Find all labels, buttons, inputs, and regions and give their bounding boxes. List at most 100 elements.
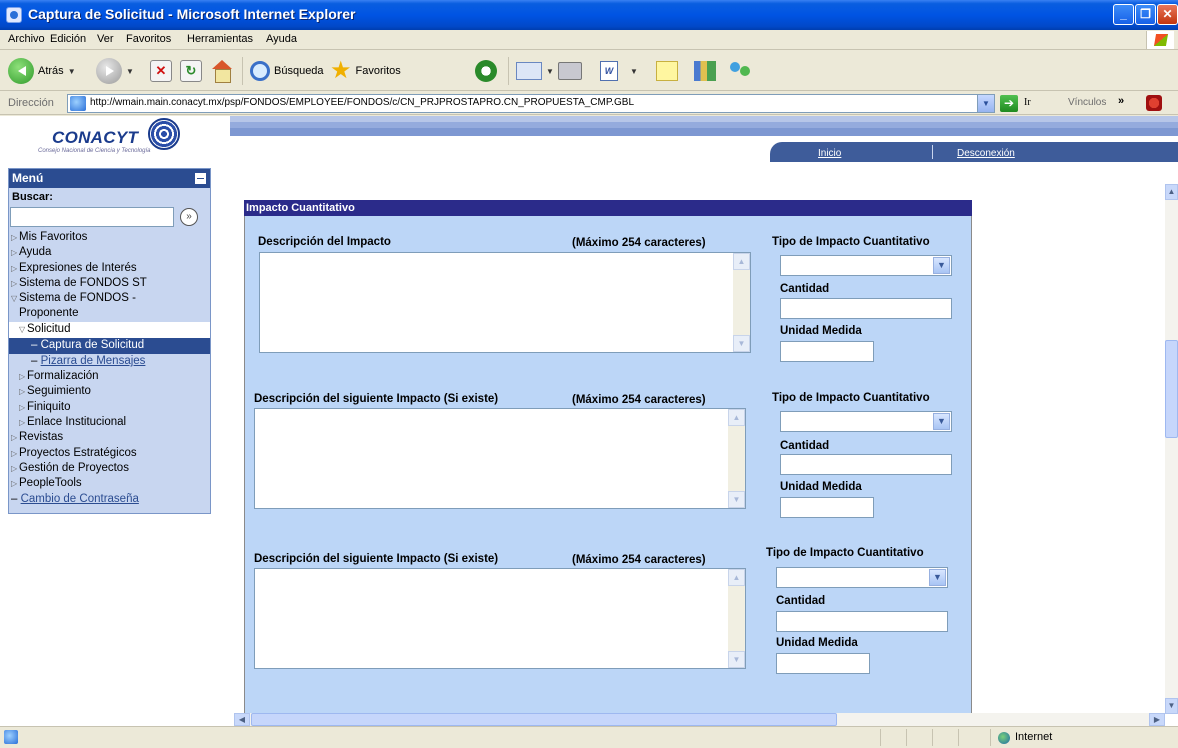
close-button[interactable]: ✕ [1157, 4, 1178, 25]
expand-icon: ▷ [19, 387, 26, 396]
word-edit-icon[interactable]: W [600, 61, 618, 81]
section-title: Impacto Cuantitativo [244, 200, 972, 216]
sidebar-item-proyectos[interactable]: ▷ Proyectos Estratégicos [11, 447, 137, 459]
max-note-1: (Máximo 254 caracteres) [572, 237, 706, 249]
mail-dropdown-icon[interactable]: ▼ [546, 67, 554, 76]
sidebar-item-finiquito[interactable]: ▷ Finiquito [19, 401, 70, 413]
sidebar-item-mis-favoritos[interactable]: ▷ Mis Favoritos [11, 231, 87, 243]
mail-icon[interactable] [516, 62, 542, 80]
unit-input-3[interactable] [776, 653, 870, 674]
scroll-up-icon[interactable]: ▲ [733, 253, 750, 270]
chevron-down-icon[interactable]: ▼ [929, 569, 946, 586]
sidebar-item-cambio-contrasena[interactable]: – Cambio de Contraseña [11, 493, 139, 505]
unit-input-1[interactable] [780, 341, 874, 362]
qty-input-3[interactable] [776, 611, 948, 632]
favorites-button[interactable]: ★ Favoritos [330, 57, 401, 85]
menu-search-input[interactable] [10, 207, 174, 227]
page-vertical-scrollbar[interactable]: ▲ ▼ [1165, 184, 1178, 714]
refresh-icon[interactable]: ↻ [180, 60, 202, 82]
discuss-icon[interactable] [656, 61, 678, 81]
chevron-down-icon[interactable]: ▼ [933, 257, 950, 274]
page-horizontal-scrollbar[interactable]: ◀ ▶ [234, 713, 1165, 726]
sidebar-item-expresiones[interactable]: ▷ Expresiones de Interés [11, 262, 137, 274]
scroll-up-icon[interactable]: ▲ [1165, 184, 1178, 200]
links-label[interactable]: Vínculos [1068, 97, 1106, 108]
menu-archivo[interactable]: Archivo [8, 33, 45, 45]
menu-ver[interactable]: Ver [97, 33, 114, 45]
menu-herramientas[interactable]: Herramientas [187, 33, 253, 45]
collapse-icon[interactable] [195, 173, 206, 184]
sidebar-item-gestion[interactable]: ▷ Gestión de Proyectos [11, 462, 129, 474]
textarea-scrollbar[interactable]: ▲ ▼ [733, 253, 750, 352]
menu-edicion[interactable]: Edición [50, 33, 86, 45]
sidebar-item-revistas[interactable]: ▷ Revistas [11, 431, 63, 443]
address-dropdown-icon[interactable]: ▼ [977, 95, 994, 112]
stop-icon[interactable]: ✕ [150, 60, 172, 82]
address-url[interactable]: http://wmain.main.conacyt.mx/psp/FONDOS/… [90, 97, 634, 108]
type-label-2: Tipo de Impacto Cuantitativo [772, 392, 930, 404]
scroll-down-icon[interactable]: ▼ [1165, 698, 1178, 714]
desc-textarea-1[interactable]: ▲ ▼ [259, 252, 751, 353]
history-icon[interactable] [475, 60, 497, 82]
type-select-2[interactable]: ▼ [780, 411, 952, 432]
nav-divider [932, 145, 933, 159]
back-button[interactable]: Atrás ▼ [8, 57, 76, 85]
expand-icon: ▷ [19, 372, 26, 381]
ie-icon [6, 7, 22, 23]
go-button[interactable]: Ir [1024, 97, 1031, 108]
scroll-left-icon[interactable]: ◀ [234, 713, 250, 726]
links-chevron-icon[interactable]: » [1118, 95, 1124, 107]
textarea-scrollbar[interactable]: ▲ ▼ [728, 409, 745, 508]
chevron-down-icon[interactable]: ▼ [933, 413, 950, 430]
qty-input-1[interactable] [780, 298, 952, 319]
back-label: Atrás [38, 65, 64, 77]
scroll-up-icon[interactable]: ▲ [728, 569, 745, 586]
menu-ayuda[interactable]: Ayuda [266, 33, 297, 45]
edit-dropdown-icon[interactable]: ▼ [630, 67, 638, 76]
unit-input-2[interactable] [780, 497, 874, 518]
type-select-3[interactable]: ▼ [776, 567, 948, 588]
sidebar-item-formalizacion[interactable]: ▷ Formalización [19, 370, 99, 382]
logout-link[interactable]: Desconexión [957, 148, 1015, 159]
sidebar-item-proponente-cont[interactable]: Proponente [19, 307, 78, 319]
scroll-down-icon[interactable]: ▼ [728, 491, 745, 508]
textarea-scrollbar[interactable]: ▲ ▼ [728, 569, 745, 668]
forward-button[interactable]: ▼ [96, 57, 134, 85]
scroll-down-icon[interactable]: ▼ [733, 335, 750, 352]
maximize-button[interactable]: ❐ [1135, 4, 1156, 25]
scroll-thumb[interactable] [1165, 340, 1178, 438]
toolbar-extension-icon[interactable] [1146, 95, 1162, 111]
sidebar-item-enlace[interactable]: ▷ Enlace Institucional [19, 416, 126, 428]
forward-dropdown-icon[interactable]: ▼ [126, 67, 134, 76]
scroll-thumb[interactable] [251, 713, 837, 726]
home-icon[interactable] [210, 60, 234, 83]
home-link[interactable]: Inicio [818, 148, 841, 159]
print-icon[interactable] [558, 62, 582, 80]
back-dropdown-icon[interactable]: ▼ [68, 67, 76, 76]
sidebar-item-solicitud[interactable]: ▽ Solicitud [19, 323, 70, 335]
sidebar-item-captura[interactable]: – Captura de Solicitud [31, 339, 144, 351]
messenger-icon[interactable] [728, 60, 754, 82]
research-icon[interactable] [694, 61, 716, 81]
sidebar-item-ayuda[interactable]: ▷ Ayuda [11, 246, 51, 258]
qty-input-2[interactable] [780, 454, 952, 475]
scroll-down-icon[interactable]: ▼ [728, 651, 745, 668]
address-input[interactable]: http://wmain.main.conacyt.mx/psp/FONDOS/… [67, 94, 995, 113]
desc-textarea-3[interactable]: ▲ ▼ [254, 568, 746, 669]
search-go-icon[interactable]: » [180, 208, 198, 226]
scroll-right-icon[interactable]: ▶ [1149, 713, 1165, 726]
sidebar-item-fondos-st[interactable]: ▷ Sistema de FONDOS ST [11, 277, 147, 289]
menu-favoritos[interactable]: Favoritos [126, 33, 171, 45]
scroll-up-icon[interactable]: ▲ [728, 409, 745, 426]
search-button[interactable]: Búsqueda [250, 57, 324, 85]
type-select-1[interactable]: ▼ [780, 255, 952, 276]
sidebar-item-fondos-proponente[interactable]: ▽ Sistema de FONDOS - [11, 292, 136, 304]
sidebar-item-seguimiento[interactable]: ▷ Seguimiento [19, 385, 91, 397]
sidebar-item-peopletools[interactable]: ▷ PeopleTools [11, 477, 82, 489]
minimize-button[interactable]: _ [1113, 4, 1134, 25]
expand-icon: ▷ [11, 464, 18, 473]
status-cell [932, 729, 933, 746]
go-arrow-icon[interactable]: ➔ [1000, 95, 1018, 112]
sidebar-item-pizarra[interactable]: – Pizarra de Mensajes [31, 355, 145, 367]
desc-textarea-2[interactable]: ▲ ▼ [254, 408, 746, 509]
